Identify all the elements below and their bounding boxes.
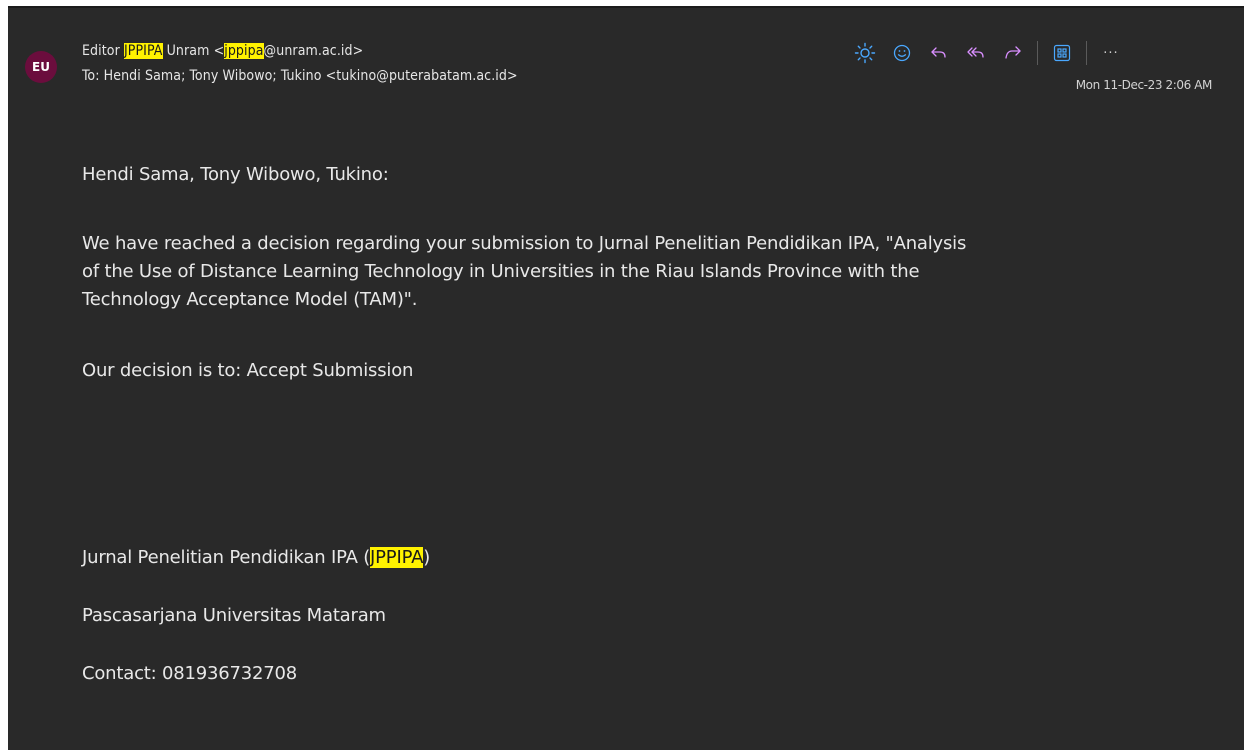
brightness-icon[interactable] bbox=[852, 40, 878, 66]
paragraph-line: Technology Acceptance Model (TAM)". bbox=[82, 289, 418, 310]
journal-close: ) bbox=[423, 547, 431, 568]
from-suffix: @unram.ac.id> bbox=[263, 43, 364, 59]
right-edge bbox=[1244, 0, 1252, 750]
from-prefix: Editor bbox=[82, 43, 124, 59]
greeting: Hendi Sama, Tony Wibowo, Tukino: bbox=[82, 164, 389, 185]
journal-name: Jurnal Penelitian Pendidikan IPA ( bbox=[82, 547, 371, 568]
search-highlight: JPPIPA bbox=[123, 43, 163, 59]
message-date: Mon 11-Dec-23 2:06 AM bbox=[1075, 78, 1213, 92]
avatar[interactable]: EU bbox=[25, 51, 57, 83]
left-edge bbox=[0, 0, 8, 750]
reply-all-icon[interactable] bbox=[963, 40, 989, 66]
paragraph-line: of the Use of Distance Learning Technolo… bbox=[82, 261, 920, 282]
toolbar-separator bbox=[1037, 41, 1038, 65]
signature-journal: Jurnal Penelitian Pendidikan IPA (JPPIPA… bbox=[82, 547, 430, 568]
message-toolbar: ··· bbox=[852, 40, 1135, 66]
to-line[interactable]: To: Hendi Sama; Tony Wibowo; Tukino <tuk… bbox=[82, 68, 518, 84]
decision-text: Our decision is to: Accept Submission bbox=[82, 360, 414, 381]
forward-icon[interactable] bbox=[1000, 40, 1026, 66]
message-paragraph: We have reached a decision regarding you… bbox=[82, 230, 966, 314]
from-line: Editor JPPIPA Unram <jppipa@unram.ac.id> bbox=[82, 43, 363, 59]
reply-icon[interactable] bbox=[926, 40, 952, 66]
apps-icon[interactable] bbox=[1049, 40, 1075, 66]
search-highlight: jppipa bbox=[224, 43, 264, 59]
reading-pane: EU Editor JPPIPA Unram <jppipa@unram.ac.… bbox=[8, 6, 1244, 750]
from-mid: Unram < bbox=[162, 43, 225, 59]
search-highlight: JPPIPA bbox=[370, 547, 424, 568]
paragraph-line: We have reached a decision regarding you… bbox=[82, 233, 967, 254]
signature-contact: Contact: 081936732708 bbox=[82, 663, 298, 684]
emoji-icon[interactable] bbox=[889, 40, 915, 66]
toolbar-separator bbox=[1086, 41, 1087, 65]
signature-university: Pascasarjana Universitas Mataram bbox=[82, 605, 386, 626]
more-icon[interactable]: ··· bbox=[1098, 40, 1124, 66]
